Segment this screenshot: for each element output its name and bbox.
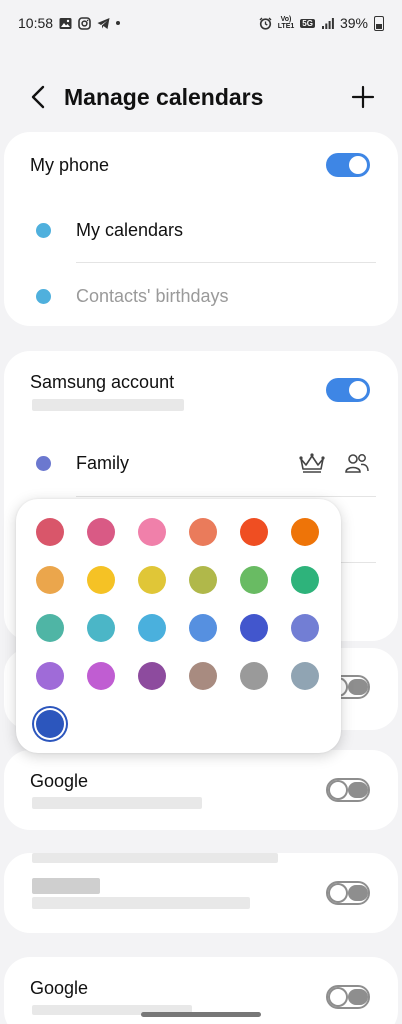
color-swatch[interactable]: [36, 566, 64, 594]
battery-percent: 39%: [339, 15, 368, 31]
signal-icon: [321, 17, 334, 30]
network-label: 5G: [300, 18, 315, 28]
toggle-knob: [330, 989, 346, 1005]
google-account-toggle[interactable]: [326, 985, 370, 1009]
app-bar: Manage calendars: [0, 70, 402, 124]
calendar-color-dot[interactable]: [36, 456, 51, 471]
my-phone-toggle[interactable]: [326, 153, 370, 177]
status-time: 10:58: [18, 15, 54, 31]
color-swatch[interactable]: [36, 662, 64, 690]
color-swatch[interactable]: [138, 518, 166, 546]
alarm-icon: [259, 17, 272, 30]
back-arrow-icon: [31, 85, 45, 109]
account-email-redacted: [32, 797, 202, 809]
home-indicator[interactable]: [141, 1012, 261, 1017]
color-swatch[interactable]: [189, 566, 217, 594]
divider: [76, 262, 376, 263]
status-bar: 10:58 Vo) LTE1 5G 39%: [0, 0, 402, 46]
google-account-toggle[interactable]: [326, 778, 370, 802]
account-name-redacted: [32, 853, 278, 863]
color-swatch[interactable]: [87, 614, 115, 642]
color-swatch[interactable]: [138, 566, 166, 594]
calendar-color-dot[interactable]: [36, 289, 51, 304]
toggle-knob: [330, 782, 346, 798]
color-swatch[interactable]: [291, 566, 319, 594]
color-swatch[interactable]: [87, 662, 115, 690]
lte-label: LTE1: [277, 23, 295, 30]
color-swatch[interactable]: [189, 518, 217, 546]
account-email-redacted: [32, 399, 184, 411]
color-swatch[interactable]: [291, 518, 319, 546]
color-swatch[interactable]: [240, 614, 268, 642]
color-swatch[interactable]: [36, 710, 64, 738]
calendar-item-label: Family: [76, 453, 129, 473]
color-swatch[interactable]: [36, 518, 64, 546]
battery-icon: [374, 15, 384, 31]
toggle-knob: [349, 381, 367, 399]
crown-icon[interactable]: [298, 452, 326, 479]
page-title: Manage calendars: [64, 83, 264, 110]
color-swatch[interactable]: [291, 662, 319, 690]
account-email-redacted: [32, 897, 250, 909]
my-phone-card: My phone My calendars Contacts' birthday…: [4, 132, 398, 326]
color-swatch[interactable]: [291, 614, 319, 642]
samsung-account-title: Samsung account: [30, 372, 175, 392]
calendar-item-label: My calendars: [76, 220, 184, 240]
plus-icon: [351, 85, 375, 109]
back-button[interactable]: [24, 83, 52, 111]
divider: [76, 496, 376, 497]
add-calendar-button[interactable]: [348, 82, 378, 112]
redacted-account-card: [4, 853, 398, 933]
more-notifications-icon: [116, 21, 121, 25]
account-title-redacted: [32, 878, 100, 894]
toggle-knob: [330, 885, 346, 901]
samsung-account-toggle[interactable]: [326, 378, 370, 402]
color-swatch[interactable]: [189, 614, 217, 642]
toggle-knob: [349, 156, 367, 174]
color-swatch[interactable]: [138, 662, 166, 690]
color-swatch[interactable]: [87, 518, 115, 546]
color-picker-popup: [16, 499, 341, 753]
instagram-icon: [78, 16, 91, 30]
redacted-account-toggle[interactable]: [326, 881, 370, 905]
gallery-icon: [59, 17, 72, 30]
color-swatch[interactable]: [240, 518, 268, 546]
volte-label: Vo): [280, 16, 292, 23]
color-swatch[interactable]: [189, 662, 217, 690]
telegram-icon: [97, 17, 110, 30]
calendar-item-label: Contacts' birthdays: [76, 286, 229, 306]
google-account-card-1: Google: [4, 750, 398, 830]
color-swatch[interactable]: [240, 566, 268, 594]
color-swatch[interactable]: [87, 566, 115, 594]
calendar-color-dot[interactable]: [36, 223, 51, 238]
color-swatch[interactable]: [240, 662, 268, 690]
my-phone-title: My phone: [30, 155, 110, 175]
color-swatch[interactable]: [138, 614, 166, 642]
shared-members-icon[interactable]: [344, 451, 370, 480]
color-swatch[interactable]: [36, 614, 64, 642]
volte-indicator: Vo) LTE1: [278, 16, 295, 30]
google-account-title: Google: [30, 771, 89, 791]
google-account-title: Google: [30, 978, 89, 998]
